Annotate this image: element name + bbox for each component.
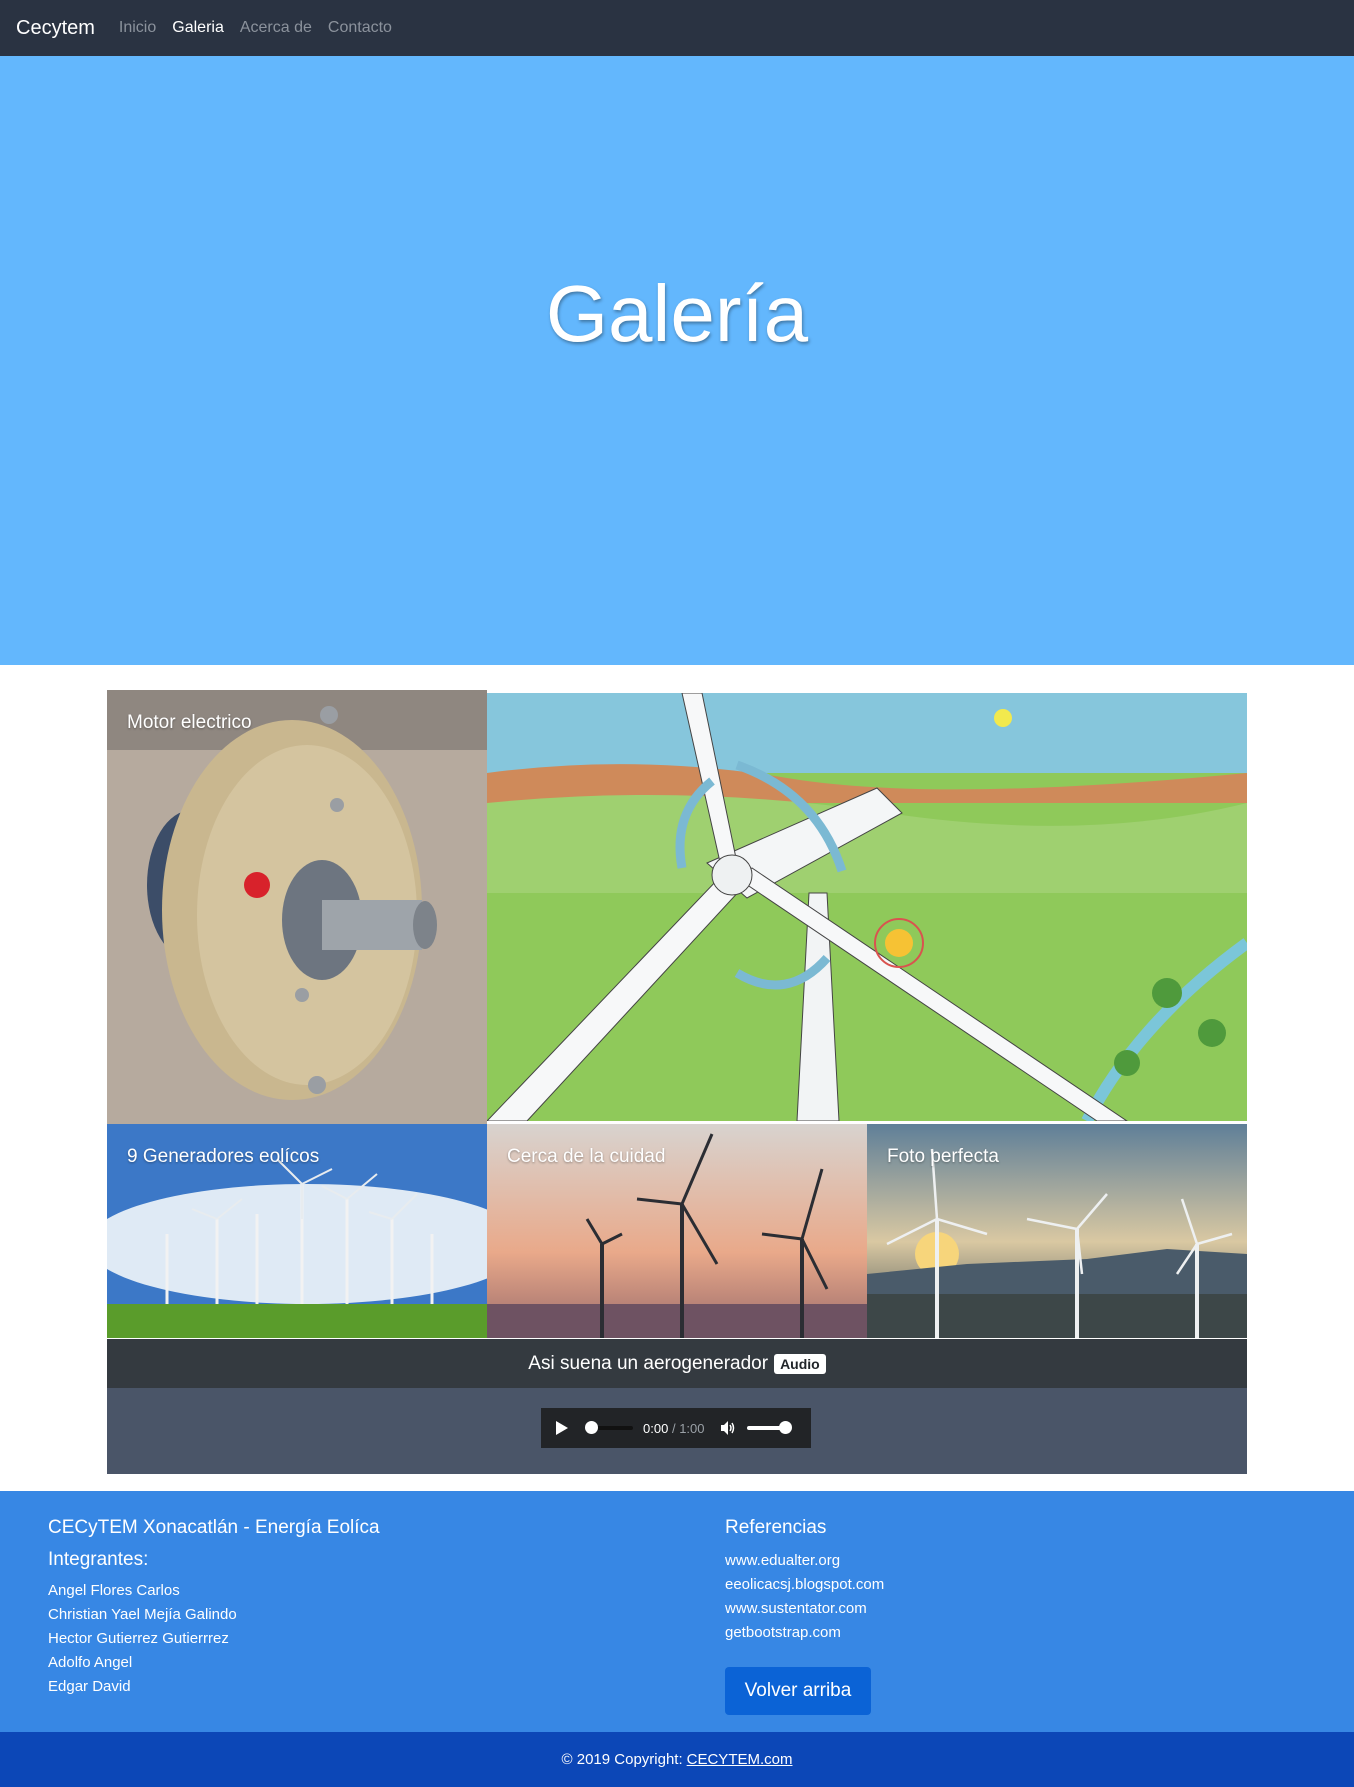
audio-card-header: Asi suena un aerogenerador Audio bbox=[107, 1339, 1247, 1388]
motor-image bbox=[107, 690, 487, 1124]
gallery-tile-generadores[interactable]: 9 Generadores eolícos bbox=[107, 1124, 487, 1338]
current-time: 0:00 bbox=[643, 1420, 669, 1436]
navbar: Cecytem Inicio Galeria Acerca de Contact… bbox=[0, 0, 1354, 56]
nav-link-acerca-de[interactable]: Acerca de bbox=[240, 19, 312, 37]
reference-link[interactable]: getbootstrap.com bbox=[725, 1621, 884, 1645]
volume-icon[interactable] bbox=[719, 1419, 737, 1437]
duration: 1:00 bbox=[679, 1420, 705, 1436]
member-name: Edgar David bbox=[48, 1678, 131, 1695]
member-name: Christian Yael Mejía Galindo bbox=[48, 1606, 237, 1623]
gallery-tile-motor[interactable]: Motor electrico bbox=[107, 690, 487, 1124]
gallery-tile-foto-perfecta[interactable]: Foto perfecta bbox=[867, 1124, 1247, 1338]
seek-knob[interactable] bbox=[585, 1421, 598, 1434]
volume-knob[interactable] bbox=[778, 1421, 792, 1434]
time-display: 0:00 / 1:00 bbox=[643, 1421, 705, 1436]
tile-caption: 9 Generadores eolícos bbox=[127, 1146, 320, 1167]
tile-caption: Foto perfecta bbox=[887, 1146, 999, 1167]
tile-caption: Motor electrico bbox=[127, 712, 252, 733]
gallery-tile-ciudad[interactable]: Cerca de la cuidad bbox=[487, 1124, 867, 1338]
copyright-bar: © 2019 Copyright: CECYTEM.com bbox=[0, 1732, 1354, 1787]
page-title: Galería bbox=[545, 268, 809, 358]
footer-site-name: CECyTEM Xonacatlán - Energía Eolíca bbox=[48, 1517, 380, 1538]
wind-turbine-illustration bbox=[487, 693, 1247, 1121]
references-heading: Referencias bbox=[725, 1517, 827, 1538]
tile-caption: Cerca de la cuidad bbox=[507, 1146, 666, 1167]
time-separator: / bbox=[671, 1420, 676, 1436]
member-name: Adolfo Angel bbox=[48, 1654, 133, 1671]
volume-slider[interactable] bbox=[746, 1421, 792, 1434]
reference-link[interactable]: eeolicacsj.blogspot.com bbox=[725, 1573, 884, 1597]
copyright-text: © 2019 Copyright: bbox=[561, 1751, 683, 1768]
back-to-top-button[interactable]: Volver arriba bbox=[725, 1667, 871, 1715]
audio-badge: Audio bbox=[774, 1353, 826, 1374]
footer-references-column: Referencias www.edualter.org eeolicacsj.… bbox=[725, 1517, 884, 1645]
play-icon[interactable] bbox=[553, 1419, 571, 1437]
nav-link-galeria[interactable]: Galeria bbox=[172, 19, 224, 37]
footer-info-column: CECyTEM Xonacatlán - Energía Eolíca Inte… bbox=[48, 1517, 380, 1699]
hero-banner: Galería bbox=[0, 56, 1354, 665]
nav-link-contacto[interactable]: Contacto bbox=[328, 19, 392, 37]
copyright-link[interactable]: CECYTEM.com bbox=[687, 1751, 793, 1768]
reference-link[interactable]: www.sustentator.com bbox=[725, 1597, 884, 1621]
seek-slider[interactable] bbox=[585, 1421, 633, 1434]
reference-link[interactable]: www.edualter.org bbox=[725, 1549, 884, 1573]
member-name: Hector Gutierrez Gutierrrez bbox=[48, 1630, 229, 1647]
audio-player[interactable]: 0:00 / 1:00 bbox=[541, 1408, 811, 1448]
footer: CECyTEM Xonacatlán - Energía Eolíca Inte… bbox=[0, 1491, 1354, 1732]
audio-card-body: 0:00 / 1:00 bbox=[107, 1388, 1247, 1474]
member-name: Angel Flores Carlos bbox=[48, 1582, 180, 1599]
brand-link[interactable]: Cecytem bbox=[16, 17, 95, 40]
members-heading: Integrantes: bbox=[48, 1549, 149, 1570]
gallery-tile-illustration[interactable] bbox=[487, 693, 1247, 1121]
audio-title: Asi suena un aerogenerador bbox=[528, 1352, 769, 1374]
nav-link-inicio[interactable]: Inicio bbox=[119, 19, 156, 37]
